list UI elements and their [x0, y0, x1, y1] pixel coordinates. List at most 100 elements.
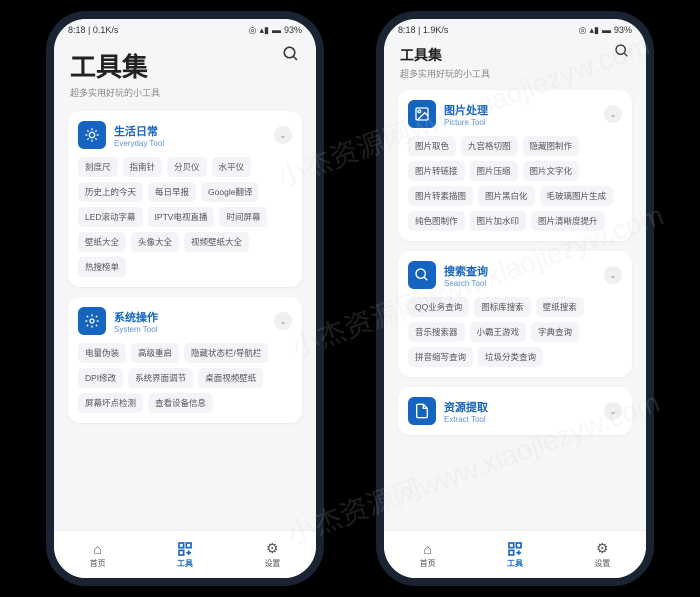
tool-tag[interactable]: 音乐搜索器 [408, 322, 465, 342]
tool-tag[interactable]: 图片加水印 [470, 211, 527, 231]
status-battery: ◎▴▮▬93% [249, 25, 302, 36]
content-area: 图片处理 Picture Tool ⌄ 图片取色九宫格切图隐藏图制作图片转链接图… [384, 82, 646, 530]
nav-settings[interactable]: ⚙ 设置 [594, 540, 610, 569]
tool-tag[interactable]: 视频壁纸大全 [184, 232, 249, 252]
tool-tag[interactable]: 图片转链接 [408, 161, 465, 181]
section-everyday: 生活日常 Everyday Tool ⌄ 刻度尺指南针分贝仪水平仪历史上的今天每… [68, 111, 302, 287]
file-icon [408, 397, 436, 425]
tool-tag[interactable]: 系统界面调节 [128, 368, 193, 388]
gear-icon: ⚙ [596, 540, 609, 557]
page-header: 工具集 超多实用好玩的小工具 [384, 41, 646, 82]
tool-tag[interactable]: LED滚动字幕 [78, 207, 143, 227]
tool-tag[interactable]: 图片清晰度提升 [531, 211, 605, 231]
tool-tag[interactable]: 小霸王游戏 [470, 322, 527, 342]
content-area: 生活日常 Everyday Tool ⌄ 刻度尺指南针分贝仪水平仪历史上的今天每… [54, 103, 316, 530]
tool-tag[interactable]: 图片取色 [408, 136, 456, 156]
section-picture: 图片处理 Picture Tool ⌄ 图片取色九宫格切图隐藏图制作图片转链接图… [398, 90, 632, 241]
section-subtitle: Picture Tool [444, 118, 596, 127]
tag-list: 电量伪装高级重启隐藏状态栏/导航栏 DPI修改系统界面调节桌面视频壁纸屏幕坏点检测… [78, 343, 292, 413]
section-subtitle: Extract Tool [444, 415, 596, 424]
tool-tag[interactable]: 图片转素描图 [408, 186, 473, 206]
nav-tools[interactable]: 工具 [177, 541, 193, 569]
tool-tag[interactable]: 桌面视频壁纸 [198, 368, 263, 388]
home-icon: ⌂ [423, 541, 431, 557]
grid-icon [507, 541, 523, 557]
phone-left: 8:18 | 0.1K/s ◎▴▮▬93% 工具集 超多实用好玩的小工具 生活日… [46, 11, 324, 586]
tool-tag[interactable]: 刻度尺 [78, 157, 118, 177]
status-time: 8:18 | 0.1K/s [68, 25, 118, 35]
tool-tag[interactable]: Google翻译 [201, 182, 259, 202]
tool-tag[interactable]: 图片压缩 [470, 161, 518, 181]
tool-tag[interactable]: 电量伪装 [78, 343, 126, 363]
section-title: 系统操作 [114, 309, 266, 325]
page-header: 工具集 超多实用好玩的小工具 [54, 41, 316, 103]
section-search: 搜索查询 Search Tool ⌄ QQ业务查询图标库搜索壁纸搜索音乐搜索器小… [398, 251, 632, 377]
tool-tag[interactable]: 图标库搜索 [474, 297, 531, 317]
status-bar: 8:18 | 1.9K/s ◎▴▮▬93% [384, 19, 646, 41]
section-subtitle: Everyday Tool [114, 139, 266, 148]
tag-list: 图片取色九宫格切图隐藏图制作图片转链接图片压缩图片文字化图片转素描图图片黑白化毛… [408, 136, 622, 231]
tool-tag[interactable]: 九宫格切图 [461, 136, 518, 156]
bottom-nav: ⌂ 首页 工具 ⚙ 设置 [384, 530, 646, 578]
nav-settings[interactable]: ⚙ 设置 [264, 540, 280, 569]
tool-tag[interactable]: 图片黑白化 [478, 186, 535, 206]
nav-home[interactable]: ⌂ 首页 [90, 541, 106, 569]
section-title: 图片处理 [444, 102, 596, 118]
image-icon [408, 100, 436, 128]
tool-tag[interactable]: 纯色图制作 [408, 211, 465, 231]
tool-tag[interactable]: QQ业务查询 [408, 297, 469, 317]
tool-tag[interactable]: 头像大全 [131, 232, 179, 252]
home-icon: ⌂ [93, 541, 101, 557]
tool-tag[interactable]: 隐藏状态栏/导航栏 [184, 343, 268, 363]
section-subtitle: Search Tool [444, 279, 596, 288]
tool-tag[interactable]: 水平仪 [212, 157, 252, 177]
section-extract: 资源提取 Extract Tool ⌄ [398, 387, 632, 435]
tool-tag[interactable]: 字典查询 [531, 322, 579, 342]
tool-tag[interactable]: 每日早报 [148, 182, 196, 202]
section-title: 资源提取 [444, 399, 596, 415]
search-icon[interactable] [282, 45, 300, 63]
chevron-down-icon[interactable]: ⌄ [274, 126, 292, 144]
tool-tag[interactable]: 屏幕坏点检测 [78, 393, 143, 413]
tool-tag[interactable]: 高级重启 [131, 343, 179, 363]
search-icon [408, 261, 436, 289]
tool-tag[interactable]: IPTV电视直播 [148, 207, 215, 227]
tag-list: 刻度尺指南针分贝仪水平仪历史上的今天每日早报Google翻译 LED滚动字幕IPT… [78, 157, 292, 277]
page-subtitle: 超多实用好玩的小工具 [400, 67, 630, 80]
tool-tag[interactable]: 隐藏图制作 [523, 136, 580, 156]
nav-home[interactable]: ⌂ 首页 [420, 541, 436, 569]
tool-tag[interactable]: 查看设备信息 [148, 393, 213, 413]
status-time: 8:18 | 1.9K/s [398, 25, 448, 35]
section-title: 生活日常 [114, 123, 266, 139]
tool-tag[interactable]: 指南针 [123, 157, 163, 177]
tool-tag[interactable]: 垃圾分类查询 [478, 347, 543, 367]
tool-tag[interactable]: 拼音缩写查询 [408, 347, 473, 367]
bottom-nav: ⌂ 首页 工具 ⚙ 设置 [54, 530, 316, 578]
tool-tag[interactable]: 毛玻璃图片生成 [540, 186, 614, 206]
gear-icon: ⚙ [266, 540, 279, 557]
tool-tag[interactable]: 图片文字化 [523, 161, 580, 181]
gear-icon [78, 307, 106, 335]
section-system: 系统操作 System Tool ⌄ 电量伪装高级重启隐藏状态栏/导航栏 DPI修… [68, 297, 302, 423]
chevron-down-icon[interactable]: ⌄ [274, 312, 292, 330]
chevron-down-icon[interactable]: ⌄ [604, 402, 622, 420]
tool-tag[interactable]: DPI修改 [78, 368, 123, 388]
tool-tag[interactable]: 壁纸搜索 [536, 297, 584, 317]
tool-tag[interactable]: 热搜榜单 [78, 257, 126, 277]
search-icon[interactable] [614, 43, 630, 59]
status-battery: ◎▴▮▬93% [579, 25, 632, 36]
tool-tag[interactable]: 分贝仪 [167, 157, 207, 177]
page-title: 工具集 [400, 45, 630, 65]
chevron-down-icon[interactable]: ⌄ [604, 266, 622, 284]
tool-tag[interactable]: 壁纸大全 [78, 232, 126, 252]
section-subtitle: System Tool [114, 325, 266, 334]
status-bar: 8:18 | 0.1K/s ◎▴▮▬93% [54, 19, 316, 41]
tag-list: QQ业务查询图标库搜索壁纸搜索音乐搜索器小霸王游戏字典查询拼音缩写查询垃圾分类查… [408, 297, 622, 367]
grid-icon [177, 541, 193, 557]
section-title: 搜索查询 [444, 263, 596, 279]
tool-tag[interactable]: 历史上的今天 [78, 182, 143, 202]
sun-icon [78, 121, 106, 149]
nav-tools[interactable]: 工具 [507, 541, 523, 569]
tool-tag[interactable]: 时间屏幕 [219, 207, 267, 227]
chevron-down-icon[interactable]: ⌄ [604, 105, 622, 123]
